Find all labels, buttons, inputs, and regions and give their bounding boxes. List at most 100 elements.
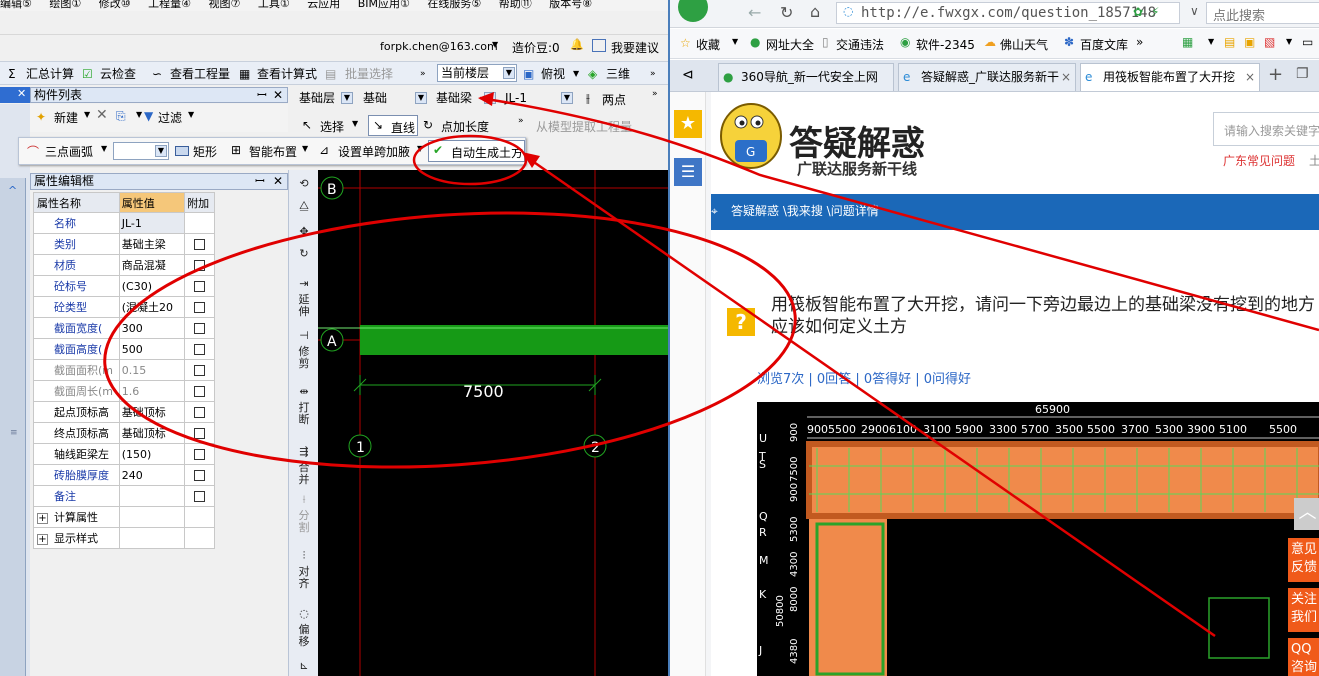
pan-icon[interactable]: ✥ bbox=[295, 226, 313, 238]
property-value[interactable]: (混凝土20 bbox=[118, 296, 186, 318]
move-icon[interactable]: ⟲ bbox=[295, 178, 313, 190]
chevron-right-icon[interactable]: » bbox=[650, 65, 656, 83]
menu-item[interactable]: 云应用 bbox=[307, 0, 340, 10]
rotate-icon[interactable]: ↻ bbox=[295, 248, 313, 260]
plus-icon[interactable]: + bbox=[37, 513, 48, 524]
property-value[interactable]: 300 bbox=[118, 317, 186, 339]
menu-item[interactable]: 工程量④ bbox=[148, 0, 191, 10]
mirror-icon[interactable]: ⧋ bbox=[295, 200, 313, 212]
property-row[interactable]: 截面宽度(300 bbox=[33, 317, 215, 339]
rectangle-button[interactable]: 矩形 bbox=[193, 143, 217, 160]
select-button[interactable]: 选择 bbox=[320, 118, 344, 135]
bookmark-traffic[interactable]: 交通违法 bbox=[836, 36, 884, 53]
auto-earthwork-button[interactable]: ✔ 自动生成土方 bbox=[428, 140, 525, 162]
hot-question-link[interactable]: 广东常见问题 bbox=[1223, 152, 1295, 169]
property-value[interactable]: 商品混凝 bbox=[118, 254, 186, 276]
addition-checkbox[interactable] bbox=[194, 239, 206, 250]
property-value[interactable]: JL-1 bbox=[118, 212, 186, 234]
new-tab-icon[interactable]: + bbox=[1268, 64, 1283, 85]
addition-checkbox[interactable] bbox=[194, 428, 206, 439]
chevron-right-icon[interactable]: » bbox=[518, 116, 524, 126]
addition-checkbox[interactable] bbox=[194, 281, 206, 292]
batch-select-button[interactable]: 批量选择 bbox=[345, 65, 393, 83]
menu-item[interactable]: 在线服务⑤ bbox=[427, 0, 481, 10]
chevron-down-icon[interactable]: ▼ bbox=[84, 110, 90, 119]
copy-icon[interactable]: ⎘ bbox=[116, 109, 126, 124]
suggest-link[interactable]: 我要建议 bbox=[611, 39, 659, 56]
close-icon[interactable]: × bbox=[1245, 64, 1255, 90]
url-field[interactable]: ◌ http://e.fwxgx.com/question_1857148 ✿ … bbox=[836, 2, 1180, 24]
chevron-down-icon[interactable]: ▼ bbox=[573, 65, 579, 83]
property-value[interactable]: (C30) bbox=[118, 275, 186, 297]
qq-consult-tab[interactable]: QQ咨询 bbox=[1288, 638, 1319, 676]
back-to-top-icon[interactable]: ︿ bbox=[1294, 498, 1319, 530]
addition-checkbox[interactable] bbox=[194, 407, 206, 418]
property-value[interactable]: 500 bbox=[118, 338, 186, 360]
chevron-right-icon[interactable]: » bbox=[420, 65, 426, 83]
menu-item[interactable]: 视图⑦ bbox=[209, 0, 241, 10]
bell-icon[interactable]: 🔔 bbox=[570, 38, 584, 51]
chevron-down-icon[interactable]: ∨ bbox=[1190, 4, 1199, 18]
property-row[interactable]: 截面面积(m 0.15 bbox=[33, 359, 215, 381]
property-value[interactable]: (150) bbox=[118, 443, 186, 465]
property-value[interactable]: 1.6 bbox=[118, 380, 186, 402]
tab-question[interactable]: e 用筏板智能布置了大开挖 × bbox=[1080, 63, 1260, 91]
sidebar-toggle-icon[interactable]: ⊲ bbox=[682, 67, 694, 83]
user-email[interactable]: forpk.chen@163.com bbox=[380, 40, 498, 53]
close-icon[interactable]: ✕ bbox=[17, 87, 26, 100]
cloud-check-button[interactable]: 云检查 bbox=[100, 65, 136, 83]
expand-group[interactable]: + 显示样式 bbox=[33, 527, 120, 549]
align-button[interactable]: 对齐 bbox=[295, 566, 313, 590]
property-row[interactable]: 名称 JL-1 bbox=[33, 212, 215, 234]
view-quantity-button[interactable]: 查看工程量 bbox=[170, 65, 230, 83]
bookmark-software[interactable]: 软件-2345 bbox=[916, 36, 975, 53]
menu-item[interactable]: 版本号⑧ bbox=[549, 0, 592, 10]
chevron-down-icon[interactable]: ▼ bbox=[492, 40, 498, 49]
pdf-icon[interactable]: ▧ bbox=[1264, 35, 1275, 49]
refresh-icon[interactable]: ↻ bbox=[780, 3, 793, 22]
property-row[interactable]: 类别 基础主梁 bbox=[33, 233, 215, 255]
tab-dayi[interactable]: e 答疑解惑_广联达服务新干 × bbox=[898, 63, 1076, 91]
summary-calc-button[interactable]: 汇总计算 bbox=[26, 65, 74, 83]
property-row[interactable]: 轴线距梁左 (150) bbox=[33, 443, 215, 465]
home-icon[interactable]: ⌂ bbox=[810, 2, 820, 21]
expand-group[interactable]: + 计算属性 bbox=[33, 506, 120, 528]
menu-item[interactable]: BIM应用① bbox=[358, 0, 410, 10]
three-d-button[interactable]: 三维 bbox=[606, 65, 630, 83]
property-value[interactable]: 240 bbox=[118, 464, 186, 486]
break-button[interactable]: 打断 bbox=[295, 402, 313, 426]
filter-button[interactable]: 过滤 bbox=[158, 109, 182, 126]
addition-checkbox[interactable] bbox=[194, 344, 206, 355]
chevron-down-icon[interactable]: ▼ bbox=[1208, 37, 1214, 46]
layer-select[interactable]: 基础层 ▼ bbox=[296, 90, 354, 108]
three-point-arc-button[interactable]: 三点画弧 bbox=[45, 143, 93, 160]
chevron-right-icon[interactable]: » bbox=[652, 89, 658, 99]
apps-icon[interactable]: ▦ bbox=[1182, 35, 1193, 49]
merge-button[interactable]: 合并 bbox=[295, 462, 313, 486]
addition-checkbox[interactable] bbox=[194, 386, 206, 397]
view-mode-button[interactable]: 俯视 bbox=[541, 65, 565, 83]
chevron-right-icon[interactable]: » bbox=[1136, 35, 1143, 49]
arc-option-select[interactable]: ▼ bbox=[113, 142, 169, 160]
trim-button[interactable]: 修剪 bbox=[295, 346, 313, 370]
property-row[interactable]: 砼类型 (混凝土20 bbox=[33, 296, 215, 318]
view-formula-button[interactable]: 查看计算式 bbox=[257, 65, 317, 83]
property-value[interactable]: 基础顶标 bbox=[118, 422, 186, 444]
property-value[interactable]: 0.15 bbox=[118, 359, 186, 381]
bookmark-wenku[interactable]: 百度文库 bbox=[1080, 36, 1128, 53]
menu-item[interactable]: 工具① bbox=[258, 0, 290, 10]
browser-search-input[interactable]: 点此搜索 bbox=[1206, 2, 1319, 24]
property-value[interactable]: 基础顶标 bbox=[118, 401, 186, 423]
property-value[interactable] bbox=[118, 485, 186, 507]
property-row[interactable]: 终点顶标高 基础顶标 bbox=[33, 422, 215, 444]
menu-item[interactable]: 绘图① bbox=[49, 0, 81, 10]
property-row[interactable]: 截面高度(500 bbox=[33, 338, 215, 360]
two-points-button[interactable]: 两点 bbox=[602, 91, 626, 108]
chevron-down-icon[interactable]: ▼ bbox=[732, 37, 738, 46]
menu-item[interactable]: 帮助⑪ bbox=[499, 0, 532, 10]
chevron-down-icon[interactable]: ▼ bbox=[136, 110, 142, 119]
splitter-grip[interactable]: ≡ bbox=[10, 428, 18, 438]
delete-icon[interactable]: ✕ bbox=[96, 107, 108, 123]
property-row[interactable]: 材质 商品混凝 bbox=[33, 254, 215, 276]
close-icon[interactable]: × bbox=[1061, 64, 1071, 90]
